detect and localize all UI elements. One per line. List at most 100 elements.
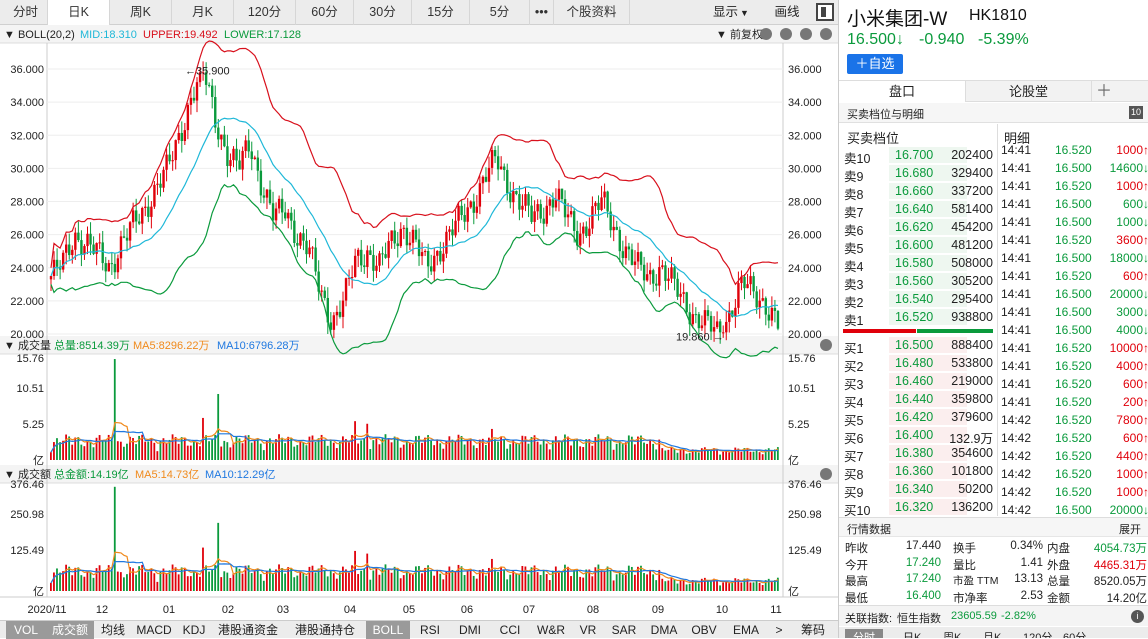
indicator-6[interactable]: 港股通持仓 bbox=[284, 621, 366, 639]
amount-bar bbox=[770, 581, 773, 591]
bid-level-row[interactable]: 买4 16.440 359800 bbox=[839, 390, 997, 410]
candle-body bbox=[104, 263, 107, 272]
ask-level-row[interactable]: 卖1 16.520 938800 bbox=[839, 308, 997, 328]
volume-bar bbox=[83, 446, 86, 460]
indicator-12[interactable]: VR bbox=[572, 621, 604, 639]
bid-level-row[interactable]: 买3 16.460 219000 bbox=[839, 372, 997, 392]
tab-forum[interactable]: 论股堂 bbox=[966, 81, 1092, 102]
tab-period-1[interactable]: 日K bbox=[48, 0, 110, 25]
amount-bar bbox=[652, 574, 655, 591]
amount-bar bbox=[670, 577, 673, 591]
mini-tab-2[interactable]: 周K bbox=[943, 629, 961, 638]
indicator-15[interactable]: OBV bbox=[684, 621, 724, 639]
ask-level-row[interactable]: 卖6 16.620 454200 bbox=[839, 218, 997, 238]
indicator-13[interactable]: SAR bbox=[604, 621, 644, 639]
bid-level-row[interactable]: 买7 16.380 354600 bbox=[839, 444, 997, 464]
volume-bar bbox=[360, 440, 363, 460]
amount-bar bbox=[50, 582, 52, 591]
bid-level-row[interactable]: 买5 16.420 379600 bbox=[839, 408, 997, 428]
indicator-17[interactable]: > bbox=[768, 621, 790, 639]
amount-bar bbox=[728, 583, 731, 591]
indicator-1[interactable]: 成交额 bbox=[46, 621, 94, 639]
indicator-16[interactable]: EMA bbox=[724, 621, 768, 639]
tab-period-2[interactable]: 周K bbox=[110, 0, 172, 25]
volume-bar bbox=[442, 448, 445, 460]
period-toolbar: 分时 日K 周K 月K 120分 60分 30分 15分 5分 ••• 个股资料 显示 ▼ 画线 bbox=[0, 0, 838, 25]
indicator-8[interactable]: RSI bbox=[410, 621, 450, 639]
tick-volume: 1000↑ bbox=[1116, 485, 1148, 499]
bid-level-row[interactable]: 买1 16.500 888400 bbox=[839, 336, 997, 356]
mini-tab-1[interactable]: 日K bbox=[903, 629, 921, 638]
candle-body bbox=[621, 251, 625, 259]
tab-period-5[interactable]: 60分 bbox=[296, 0, 354, 25]
volume-bar bbox=[661, 448, 664, 460]
indicator-3[interactable]: MACD bbox=[132, 621, 176, 639]
display-label: 显示 bbox=[713, 5, 739, 19]
mini-tab-0[interactable]: 分时 bbox=[845, 629, 883, 638]
ask-level-row[interactable]: 卖8 16.660 337200 bbox=[839, 182, 997, 202]
indicator-18[interactable]: 筹码 bbox=[790, 621, 836, 639]
volume-bar bbox=[375, 438, 378, 460]
add-watch-button[interactable]: ＋自选 bbox=[847, 54, 903, 74]
tab-period-10[interactable]: 个股资料 bbox=[554, 0, 630, 25]
tab-pankou[interactable]: 盘口 bbox=[839, 81, 966, 102]
tab-period-9[interactable]: ••• bbox=[530, 0, 554, 25]
ask-level-row[interactable]: 卖10 16.700 202400 bbox=[839, 146, 997, 166]
ask-level-row[interactable]: 卖5 16.600 481200 bbox=[839, 236, 997, 256]
mini-tab-4[interactable]: 120分 bbox=[1023, 629, 1052, 638]
indicator-7[interactable]: BOLL bbox=[366, 621, 410, 639]
info-icon[interactable]: i bbox=[1131, 610, 1144, 623]
add-tab-button[interactable]: ＋ bbox=[1092, 81, 1116, 102]
indicator-4[interactable]: KDJ bbox=[176, 621, 212, 639]
ask-level-row[interactable]: 卖3 16.560 305200 bbox=[839, 272, 997, 292]
tick-list[interactable]: 14:41 16.520 1000↑ 14:41 16.500 14600↓ 14:41 16… bbox=[999, 141, 1148, 516]
mini-tab-3[interactable]: 月K bbox=[983, 629, 1001, 638]
indicator-10[interactable]: CCI bbox=[490, 621, 530, 639]
tab-period-8[interactable]: 5分 bbox=[470, 0, 530, 25]
bid-level-row[interactable]: 买6 16.400 132.9万 bbox=[839, 426, 997, 446]
bid-level-row[interactable]: 买2 16.480 533800 bbox=[839, 354, 997, 374]
ask-level-row[interactable]: 卖9 16.680 329400 bbox=[839, 164, 997, 184]
tab-period-7[interactable]: 15分 bbox=[412, 0, 470, 25]
tick-price: 16.520 bbox=[1055, 395, 1092, 409]
indicator-2[interactable]: 均线 bbox=[94, 621, 132, 639]
ask-level-row[interactable]: 卖2 16.540 295400 bbox=[839, 290, 997, 310]
tab-period-4[interactable]: 120分 bbox=[234, 0, 296, 25]
tick-price: 16.520 bbox=[1055, 341, 1092, 355]
candle-body bbox=[256, 157, 260, 171]
amount-bar bbox=[208, 571, 210, 591]
candle-body bbox=[642, 264, 646, 281]
kline-chart[interactable]: ▼ BOLL(20,2) MID:18.310 UPPER:19.492 LOWER:… bbox=[0, 25, 838, 620]
bid-level-row[interactable]: 买9 16.340 50200 bbox=[839, 480, 997, 500]
indicator-9[interactable]: DMI bbox=[450, 621, 490, 639]
index-name[interactable]: 恒生指数 bbox=[897, 610, 941, 626]
amount-bar bbox=[491, 558, 493, 591]
bid-level-row[interactable]: 买8 16.360 101800 bbox=[839, 462, 997, 482]
ask-level-price: 16.560 bbox=[895, 274, 934, 288]
indicator-14[interactable]: DMA bbox=[644, 621, 684, 639]
bid-level-row[interactable]: 买10 16.320 136200 bbox=[839, 498, 997, 518]
tab-period-3[interactable]: 月K bbox=[172, 0, 234, 25]
tick-time: 14:41 bbox=[1001, 233, 1032, 247]
indicator-5[interactable]: 港股通资金 bbox=[212, 621, 284, 639]
ask-level-row[interactable]: 卖4 16.580 508000 bbox=[839, 254, 997, 274]
mini-tab-5[interactable]: 60分 bbox=[1063, 629, 1086, 638]
tab-period-6[interactable]: 30分 bbox=[354, 0, 412, 25]
volume-bar bbox=[308, 436, 311, 460]
display-menu[interactable]: 显示 ▼ bbox=[706, 0, 756, 25]
volume-bar bbox=[369, 449, 372, 460]
candle-body bbox=[749, 276, 752, 285]
candle-body bbox=[591, 206, 594, 229]
amount-bar bbox=[308, 566, 311, 591]
panel-toggle-icon[interactable] bbox=[816, 3, 834, 21]
expand-button[interactable]: 展开 bbox=[1119, 521, 1141, 537]
section-badge[interactable]: 10 bbox=[1129, 106, 1143, 119]
candle-body bbox=[430, 266, 433, 272]
draw-button[interactable]: 画线 bbox=[758, 0, 816, 25]
volume-bar bbox=[98, 435, 101, 460]
indicator-11[interactable]: W&R bbox=[530, 621, 572, 639]
tab-period-0[interactable]: 分时 bbox=[4, 0, 48, 25]
amount-bar bbox=[557, 570, 560, 591]
ask-level-row[interactable]: 卖7 16.640 581400 bbox=[839, 200, 997, 220]
indicator-0[interactable]: VOL bbox=[6, 621, 46, 639]
